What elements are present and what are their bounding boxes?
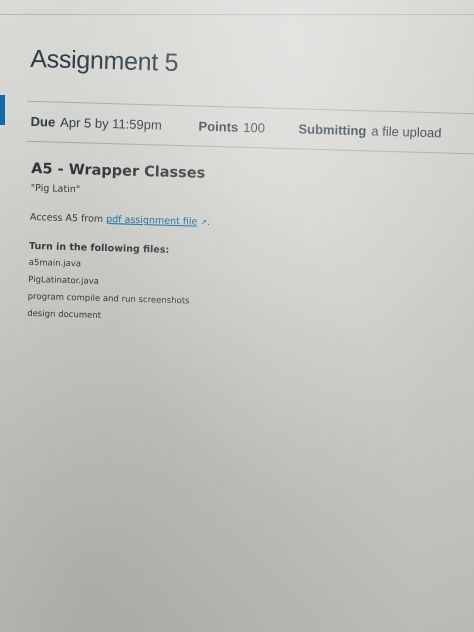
details-top-divider	[27, 100, 474, 115]
access-line: Access A5 from pdf assignment file ↗.	[30, 212, 450, 235]
pdf-assignment-link[interactable]: pdf assignment file	[106, 214, 197, 228]
assignment-page: Assignment 5 Due Apr 5 by 11:59pm Points 1…	[0, 0, 474, 632]
access-suffix: .	[206, 216, 211, 228]
submitting-label: Submitting	[298, 121, 367, 139]
page-title: Assignment 5	[29, 44, 179, 77]
assignment-details: Due Apr 5 by 11:59pm Points 100 Submitting…	[30, 114, 471, 140]
details-bottom-divider	[26, 140, 474, 155]
submission-type: Submitting a file upload	[298, 121, 441, 140]
points-value: 100	[243, 119, 266, 136]
file-item: design document	[27, 308, 102, 321]
due-label: Due	[30, 113, 56, 130]
access-prefix: Access A5 from	[29, 211, 107, 226]
assignment-description: A5 - Wrapper Classes "Pig Latin" Access …	[27, 161, 451, 338]
due-value: Apr 5 by 11:59pm	[59, 114, 162, 133]
points-label: Points	[198, 118, 239, 135]
submitting-value: a file upload	[371, 123, 442, 141]
due-date: Due Apr 5 by 11:59pm	[30, 114, 162, 133]
points: Points 100	[198, 119, 265, 136]
